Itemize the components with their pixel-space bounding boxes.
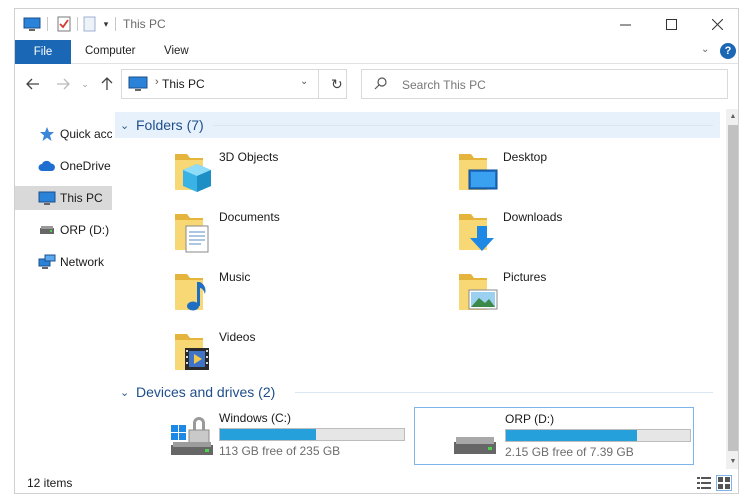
- drive-windows-c[interactable]: Windows (C:) 113 GB free of 235 GB: [169, 407, 409, 465]
- address-dropdown-icon[interactable]: ⌄: [300, 76, 308, 87]
- computer-icon[interactable]: [21, 14, 43, 34]
- properties-icon[interactable]: [53, 14, 75, 34]
- collapse-chevron-icon[interactable]: ⌄: [120, 119, 129, 132]
- drive-orp-d[interactable]: ORP (D:) 2.15 GB free of 7.39 GB: [414, 407, 694, 465]
- cloud-icon: [38, 158, 56, 174]
- scroll-down-icon[interactable]: ▼: [726, 454, 738, 468]
- folder-downloads[interactable]: Downloads: [457, 206, 727, 262]
- help-icon[interactable]: ?: [720, 43, 736, 59]
- breadcrumb-chevron-icon[interactable]: ›: [155, 76, 159, 88]
- back-button[interactable]: [23, 74, 43, 94]
- drive-usage-bar: [219, 428, 405, 441]
- windows-drive-icon: [169, 411, 217, 459]
- recent-locations-icon[interactable]: ⌄: [75, 74, 95, 94]
- sidebar-item-quick-access[interactable]: Quick access: [15, 122, 112, 146]
- expand-ribbon-icon[interactable]: ⌄: [701, 44, 709, 55]
- drive-icon: [38, 222, 56, 238]
- customize-toolbar-icon[interactable]: ▾: [99, 14, 113, 34]
- folder-desktop[interactable]: Desktop: [457, 146, 727, 202]
- window-title: This PC: [123, 17, 166, 31]
- documents-folder-icon: [173, 206, 221, 254]
- forward-button[interactable]: [53, 74, 73, 94]
- folder-videos[interactable]: Videos: [173, 326, 443, 382]
- network-icon: [38, 254, 56, 270]
- sidebar-item-onedrive[interactable]: OneDrive: [15, 154, 112, 178]
- navigation-pane: Quick access OneDrive This PC ORP (D:) N…: [15, 109, 115, 469]
- desktop-folder-icon: [457, 146, 505, 194]
- refresh-icon[interactable]: ↻: [331, 76, 343, 93]
- tab-file[interactable]: File: [15, 40, 71, 64]
- ribbon-tabs: File Computer View ⌄ ?: [15, 40, 738, 64]
- tiles-view-icon[interactable]: [716, 475, 732, 491]
- folder-music[interactable]: Music: [173, 266, 443, 322]
- sidebar-item-orp-drive[interactable]: ORP (D:): [15, 218, 112, 242]
- status-bar: 12 items: [15, 471, 738, 493]
- drive-icon: [452, 414, 500, 462]
- title-bar: ▾ This PC: [15, 9, 738, 39]
- videos-folder-icon: [173, 326, 221, 374]
- computer-icon: [128, 76, 148, 95]
- search-input[interactable]: Search This PC: [361, 69, 728, 99]
- folders-group-header[interactable]: ⌄ Folders (7): [115, 112, 720, 138]
- collapse-chevron-icon[interactable]: ⌄: [120, 386, 129, 399]
- star-icon: [38, 126, 56, 142]
- details-view-icon[interactable]: [696, 475, 712, 491]
- search-placeholder: Search This PC: [402, 78, 486, 92]
- close-button[interactable]: [694, 9, 738, 39]
- sidebar-item-this-pc[interactable]: This PC: [15, 186, 112, 210]
- sidebar-item-network[interactable]: Network: [15, 250, 112, 274]
- computer-icon: [38, 190, 56, 206]
- tab-computer[interactable]: Computer: [85, 45, 136, 57]
- search-icon: [374, 77, 387, 93]
- maximize-button[interactable]: [648, 9, 694, 39]
- up-button[interactable]: [97, 74, 117, 94]
- drives-group-header[interactable]: ⌄ Devices and drives (2): [115, 379, 720, 405]
- vertical-scrollbar[interactable]: ▲ ▼: [726, 109, 738, 469]
- item-count: 12 items: [27, 476, 73, 490]
- tab-view[interactable]: View: [164, 45, 189, 57]
- folder-3d-objects[interactable]: 3D Objects: [173, 146, 443, 202]
- scroll-thumb[interactable]: [728, 125, 738, 451]
- pictures-folder-icon: [457, 266, 505, 314]
- folder-pictures[interactable]: Pictures: [457, 266, 727, 322]
- new-folder-icon[interactable]: [79, 14, 99, 34]
- content-pane: ⌄ Folders (7) 3D Objects Desktop Documen…: [115, 109, 726, 471]
- downloads-folder-icon: [457, 206, 505, 254]
- breadcrumb[interactable]: This PC: [162, 77, 205, 91]
- drive-usage-bar: [505, 429, 691, 442]
- music-folder-icon: [173, 266, 221, 314]
- address-bar[interactable]: › This PC ⌄ ↻: [121, 69, 347, 99]
- scroll-up-icon[interactable]: ▲: [726, 109, 738, 123]
- file-explorer-window: ▾ This PC File Computer View ⌄ ? ⌄ › Thi…: [14, 8, 739, 494]
- folder-documents[interactable]: Documents: [173, 206, 443, 262]
- minimize-button[interactable]: [602, 9, 648, 39]
- 3d-objects-folder-icon: [173, 146, 221, 194]
